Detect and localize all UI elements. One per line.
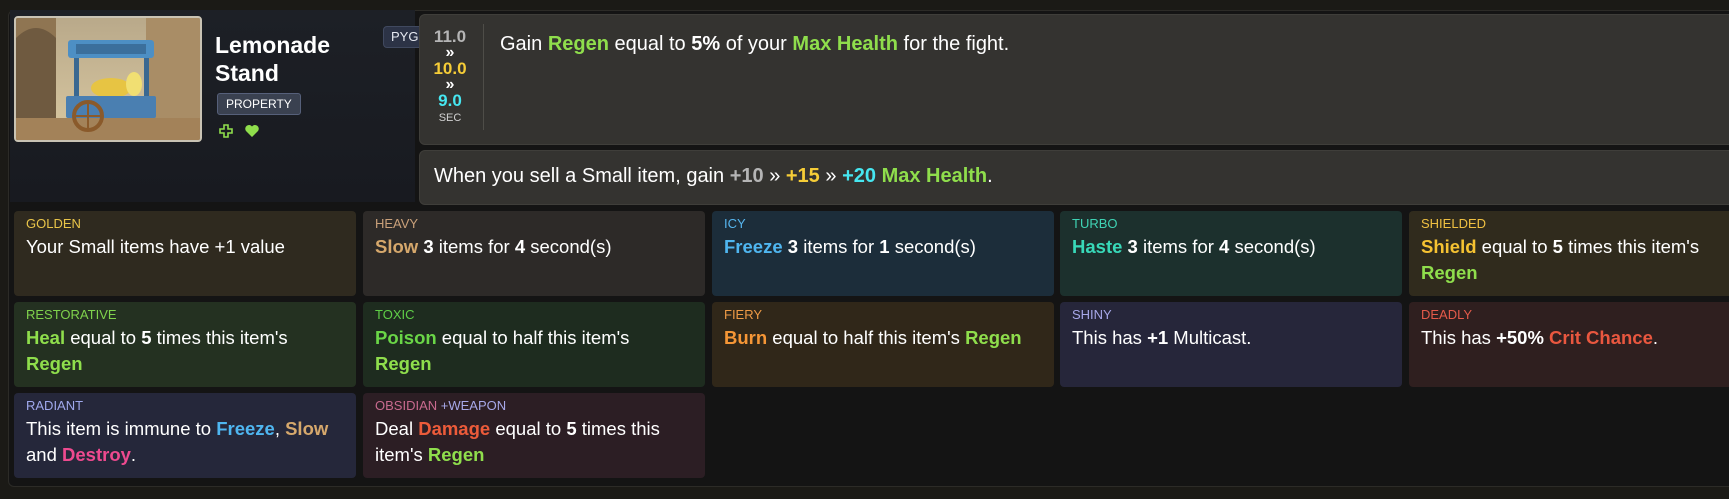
enchant-radiant: RADIANT This item is immune to Freeze, S…: [14, 393, 356, 478]
max-health-keyword: Max Health: [881, 165, 988, 187]
enchant-title: HEAVY: [375, 216, 419, 231]
cooldown-separator: »: [445, 44, 455, 61]
enchant-title: RADIANT: [26, 398, 84, 413]
enchant-desc: Slow 3 items for 4 second(s): [375, 236, 612, 257]
enchant-desc: This has +50% Crit Chance.: [1421, 327, 1659, 348]
enchant-desc: Deal Damage equal to 5 times this item's …: [375, 418, 660, 465]
plus-icon: [219, 124, 233, 138]
enchant-desc: This has +1 Multicast.: [1072, 327, 1252, 348]
enchant-title: DEADLY: [1421, 307, 1473, 322]
item-header: Lemonade Stand PYG PROPERTY: [10, 10, 427, 202]
enchant-icy: ICY Freeze 3 items for 1 second(s): [712, 211, 1054, 296]
enchant-desc: Heal equal to 5 times this item's Regen: [26, 327, 288, 374]
enchant-desc: Your Small items have +1 value: [26, 236, 285, 257]
enchant-obsidian: OBSIDIAN +WEAPON Deal Damage equal to 5 …: [363, 393, 705, 478]
item-name: Lemonade Stand: [215, 32, 331, 86]
regen-keyword: Regen: [547, 33, 609, 55]
enchant-title: GOLDEN: [26, 216, 81, 231]
enchant-shielded: SHIELDED Shield equal to 5 times this it…: [1409, 211, 1729, 296]
enchant-desc: Haste 3 items for 4 second(s): [1072, 236, 1316, 257]
enchant-restorative: RESTORATIVE Heal equal to 5 times this i…: [14, 302, 356, 387]
cooldown-unit: SEC: [438, 112, 462, 124]
cooldown-separator: »: [445, 76, 455, 93]
enchant-golden: GOLDEN Your Small items have +1 value: [14, 211, 356, 296]
cooldown-display: 11.0 » 10.0 » 9.0 SEC: [420, 28, 480, 125]
heart-icon: [245, 125, 259, 137]
enchant-title: FIERY: [724, 307, 763, 322]
enchant-desc: Freeze 3 items for 1 second(s): [724, 236, 976, 257]
enchant-desc: Poison equal to half this item's Regen: [375, 327, 630, 374]
ability-text-2: When you sell a Small item, gain +10 » +…: [434, 165, 993, 187]
enchant-heavy: HEAVY Slow 3 items for 4 second(s): [363, 211, 705, 296]
enchant-title: TURBO: [1072, 216, 1118, 231]
enchant-title: SHIELDED: [1421, 216, 1487, 231]
enchant-desc: Burn equal to half this item's Regen: [724, 327, 1022, 348]
enchant-desc: Shield equal to 5 times this item's Regen: [1421, 236, 1700, 283]
enchant-toxic: TOXIC Poison equal to half this item's Re…: [363, 302, 705, 387]
enchant-deadly: DEADLY This has +50% Crit Chance.: [1409, 302, 1729, 387]
enchant-title: RESTORATIVE: [26, 307, 117, 322]
enchant-fiery: FIERY Burn equal to half this item's Reg…: [712, 302, 1054, 387]
enchant-shiny: SHINY This has +1 Multicast.: [1060, 302, 1402, 387]
enchant-title: ICY: [724, 216, 746, 231]
enchant-turbo: TURBO Haste 3 items for 4 second(s): [1060, 211, 1402, 296]
ability-text-1: Gain Regen equal to 5% of your Max Healt…: [500, 33, 1010, 55]
enchant-title: TOXIC: [375, 307, 415, 322]
max-health-keyword: Max Health: [792, 33, 898, 55]
enchant-desc: This item is immune to Freeze, Slow and D…: [26, 418, 329, 465]
item-image: [14, 16, 202, 142]
enchant-title: SHINY: [1072, 307, 1112, 322]
enchant-title: OBSIDIAN +WEAPON: [375, 398, 507, 413]
tag-badge: PROPERTY: [217, 93, 301, 115]
cooldown-divider: [483, 24, 484, 130]
cooldown-value: 9.0: [438, 91, 462, 110]
